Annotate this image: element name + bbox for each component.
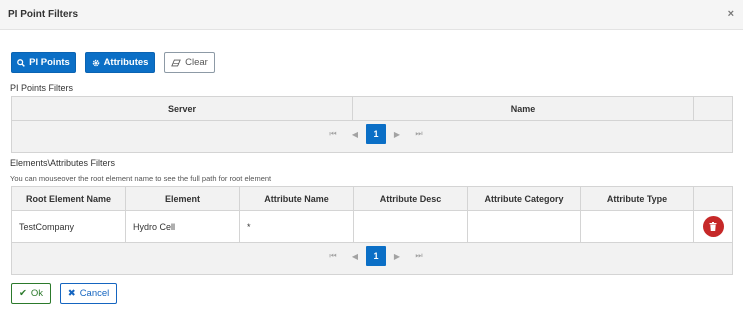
close-icon[interactable]: ×: [728, 8, 734, 20]
pi-points-table: Server Name ⏮ ◀ 1 ▶ ⏭: [11, 96, 733, 153]
pi-points-button[interactable]: PI Points: [11, 52, 76, 73]
root-element-name-cell: TestCompany: [11, 210, 126, 243]
pi-points-filters-label: PI Points Filters: [10, 83, 74, 93]
column-header-attribute-desc[interactable]: Attribute Desc: [353, 186, 468, 211]
column-header-actions: [693, 96, 733, 121]
attribute-desc-cell: [353, 210, 468, 243]
column-header-actions: [693, 186, 733, 211]
cancel-button[interactable]: ✖ Cancel: [60, 283, 117, 304]
element-cell: Hydro Cell: [125, 210, 240, 243]
ok-button[interactable]: ✔ Ok: [11, 283, 51, 304]
last-page-icon[interactable]: ⏭: [408, 251, 430, 261]
attribute-name-cell: *: [239, 210, 354, 243]
search-icon: [17, 58, 26, 67]
first-page-icon[interactable]: ⏮: [322, 251, 344, 261]
column-header-root-element-name[interactable]: Root Element Name: [11, 186, 126, 211]
table-header-row: Root Element Name Element Attribute Name…: [11, 186, 733, 211]
elements-pager: ⏮ ◀ 1 ▶ ⏭: [11, 242, 733, 275]
delete-button[interactable]: [702, 216, 724, 237]
close-icon: ✖: [67, 288, 76, 299]
previous-page-icon[interactable]: ◀: [344, 130, 366, 139]
attributes-label: Attributes: [103, 57, 149, 68]
dialog-header: PI Point Filters ×: [0, 0, 743, 30]
table-row: TestCompany Hydro Cell *: [11, 210, 733, 243]
next-page-icon[interactable]: ▶: [386, 252, 408, 261]
previous-page-icon[interactable]: ◀: [344, 252, 366, 261]
first-page-icon[interactable]: ⏮: [322, 129, 344, 139]
column-header-element[interactable]: Element: [125, 186, 240, 211]
dialog-title: PI Point Filters: [8, 9, 79, 20]
check-icon: ✔: [18, 288, 27, 299]
last-page-icon[interactable]: ⏭: [408, 129, 430, 139]
column-header-attribute-type[interactable]: Attribute Type: [580, 186, 694, 211]
pi-points-pager: ⏮ ◀ 1 ▶ ⏭: [11, 120, 733, 153]
cancel-label: Cancel: [79, 288, 110, 299]
eraser-icon: [171, 59, 181, 66]
ok-label: Ok: [30, 288, 44, 299]
attributes-button[interactable]: Attributes: [85, 52, 155, 73]
page-number-button[interactable]: 1: [366, 246, 386, 266]
column-header-attribute-category[interactable]: Attribute Category: [467, 186, 581, 211]
clear-button[interactable]: Clear: [164, 52, 215, 73]
clear-label: Clear: [185, 57, 208, 68]
gear-icon: [92, 59, 99, 66]
column-header-name[interactable]: Name: [352, 96, 694, 121]
root-element-hint: You can mouseover the root element name …: [10, 174, 272, 183]
column-header-attribute-name[interactable]: Attribute Name: [239, 186, 354, 211]
page-number-button[interactable]: 1: [366, 124, 386, 144]
actions-cell: [693, 210, 733, 243]
table-header-row: Server Name: [11, 96, 733, 121]
pi-points-label: PI Points: [29, 57, 70, 68]
attribute-category-cell: [467, 210, 581, 243]
next-page-icon[interactable]: ▶: [386, 130, 408, 139]
elements-filters-label: Elements\Attributes Filters: [10, 158, 116, 168]
trash-icon: [709, 222, 717, 231]
attribute-type-cell: [580, 210, 694, 243]
elements-attributes-table: Root Element Name Element Attribute Name…: [11, 186, 733, 275]
column-header-server[interactable]: Server: [11, 96, 353, 121]
